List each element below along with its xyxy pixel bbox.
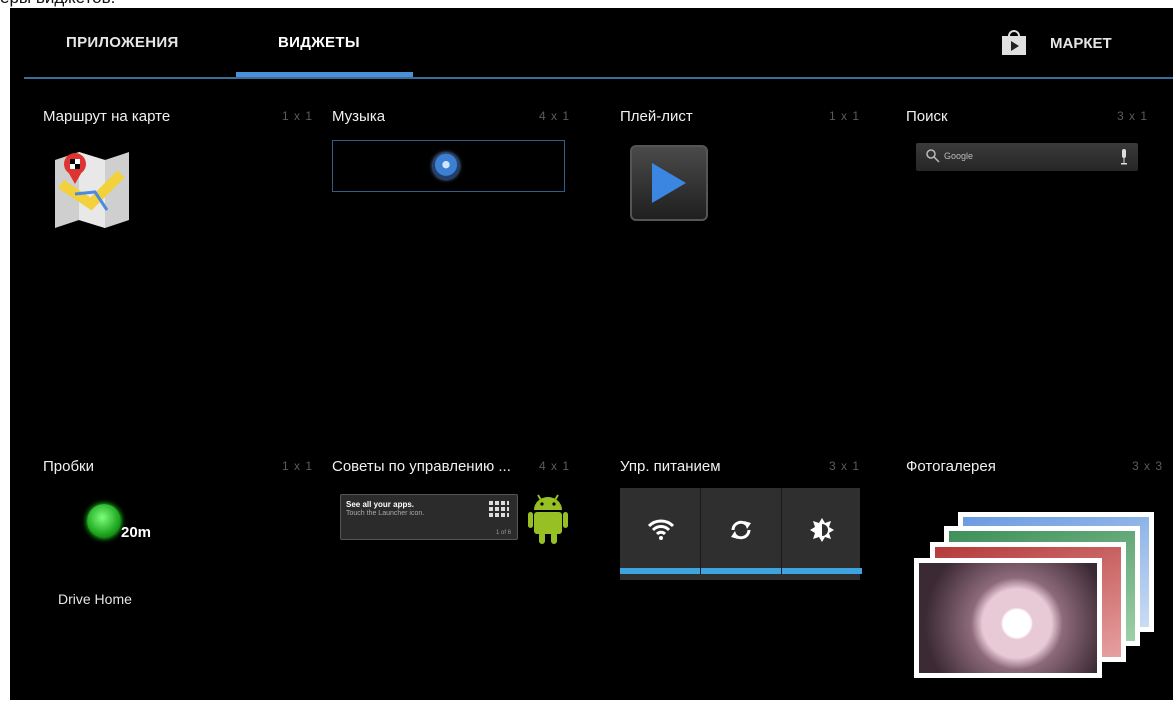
microphone-icon bbox=[1121, 149, 1127, 165]
widget-tips[interactable]: Советы по управлению ... 4 x 1 See all y… bbox=[332, 458, 570, 688]
widget-size: 1 x 1 bbox=[828, 109, 860, 123]
widget-size: 3 x 3 bbox=[1131, 459, 1163, 473]
widget-traffic[interactable]: Пробки 1 x 1 20m Drive Home bbox=[43, 458, 313, 688]
music-disc-icon bbox=[433, 153, 459, 179]
launcher-grid-icon bbox=[489, 501, 509, 517]
widget-search[interactable]: Поиск 3 x 1 Google bbox=[906, 108, 1148, 438]
widget-size: 1 x 1 bbox=[281, 459, 313, 473]
tip-subtext: Touch the Launcher icon. bbox=[346, 510, 425, 517]
sync-icon bbox=[731, 520, 751, 540]
brightness-icon bbox=[810, 518, 834, 542]
search-widget-preview: Google bbox=[916, 143, 1138, 171]
wifi-icon bbox=[648, 519, 674, 540]
widget-title: Плей-лист bbox=[620, 108, 693, 125]
brightness-toggle bbox=[782, 488, 862, 574]
tip-text: See all your apps. bbox=[346, 500, 415, 509]
traffic-eta: 20m bbox=[121, 524, 152, 541]
android-screen: ПРИЛОЖЕНИЯ ВИДЖЕТЫ МАРКЕТ Маршрут на кар… bbox=[10, 8, 1173, 700]
page-caption: еры виджетов. bbox=[0, 0, 115, 8]
traffic-destination: Drive Home bbox=[58, 591, 132, 607]
tips-card: See all your apps. Touch the Launcher ic… bbox=[340, 494, 518, 540]
widget-power-control[interactable]: Упр. питанием 3 x 1 bbox=[620, 458, 862, 688]
widget-music[interactable]: Музыка 4 x 1 bbox=[332, 108, 570, 438]
widget-title: Маршрут на карте bbox=[43, 108, 171, 125]
widget-title: Советы по управлению ... bbox=[332, 458, 511, 475]
market-label: МАРКЕТ bbox=[1050, 35, 1112, 52]
playlist-tile bbox=[630, 145, 708, 221]
tab-divider bbox=[24, 77, 1173, 79]
traffic-widget-preview: 20m bbox=[83, 496, 163, 566]
search-icon bbox=[926, 149, 940, 163]
widget-size: 3 x 1 bbox=[828, 459, 860, 473]
widget-photo-gallery[interactable]: Фотогалерея 3 x 3 bbox=[906, 458, 1163, 700]
sync-toggle bbox=[701, 488, 781, 574]
tip-page-counter: 1 of 6 bbox=[495, 530, 511, 536]
widget-size: 3 x 1 bbox=[1116, 109, 1148, 123]
tab-apps[interactable]: ПРИЛОЖЕНИЯ bbox=[66, 34, 179, 51]
widget-title: Музыка bbox=[332, 108, 386, 125]
search-placeholder: Google bbox=[944, 151, 974, 161]
widget-title: Фотогалерея bbox=[906, 458, 996, 475]
widget-size: 4 x 1 bbox=[538, 109, 570, 123]
traffic-light-icon bbox=[87, 504, 121, 538]
wifi-toggle bbox=[620, 488, 700, 574]
music-widget-preview bbox=[332, 140, 565, 192]
widget-size: 4 x 1 bbox=[538, 459, 570, 473]
widget-size: 1 x 1 bbox=[281, 109, 313, 123]
maps-icon bbox=[55, 152, 129, 228]
tab-widgets[interactable]: ВИДЖЕТЫ bbox=[278, 34, 360, 51]
widget-title: Пробки bbox=[43, 458, 94, 475]
widget-title: Поиск bbox=[906, 108, 948, 125]
power-control-preview bbox=[620, 488, 862, 580]
market-bag-icon bbox=[1002, 30, 1026, 55]
widget-title: Упр. питанием bbox=[620, 458, 721, 475]
tab-bar: ПРИЛОЖЕНИЯ ВИДЖЕТЫ МАРКЕТ bbox=[10, 8, 1173, 80]
photo-thumbnail bbox=[914, 558, 1102, 678]
widget-playlist[interactable]: Плей-лист 1 x 1 bbox=[620, 108, 860, 438]
widget-map-route[interactable]: Маршрут на карте 1 x 1 bbox=[43, 108, 313, 438]
play-icon bbox=[652, 163, 686, 203]
android-robot-icon bbox=[528, 494, 568, 544]
photo-stack-preview bbox=[914, 512, 1154, 700]
